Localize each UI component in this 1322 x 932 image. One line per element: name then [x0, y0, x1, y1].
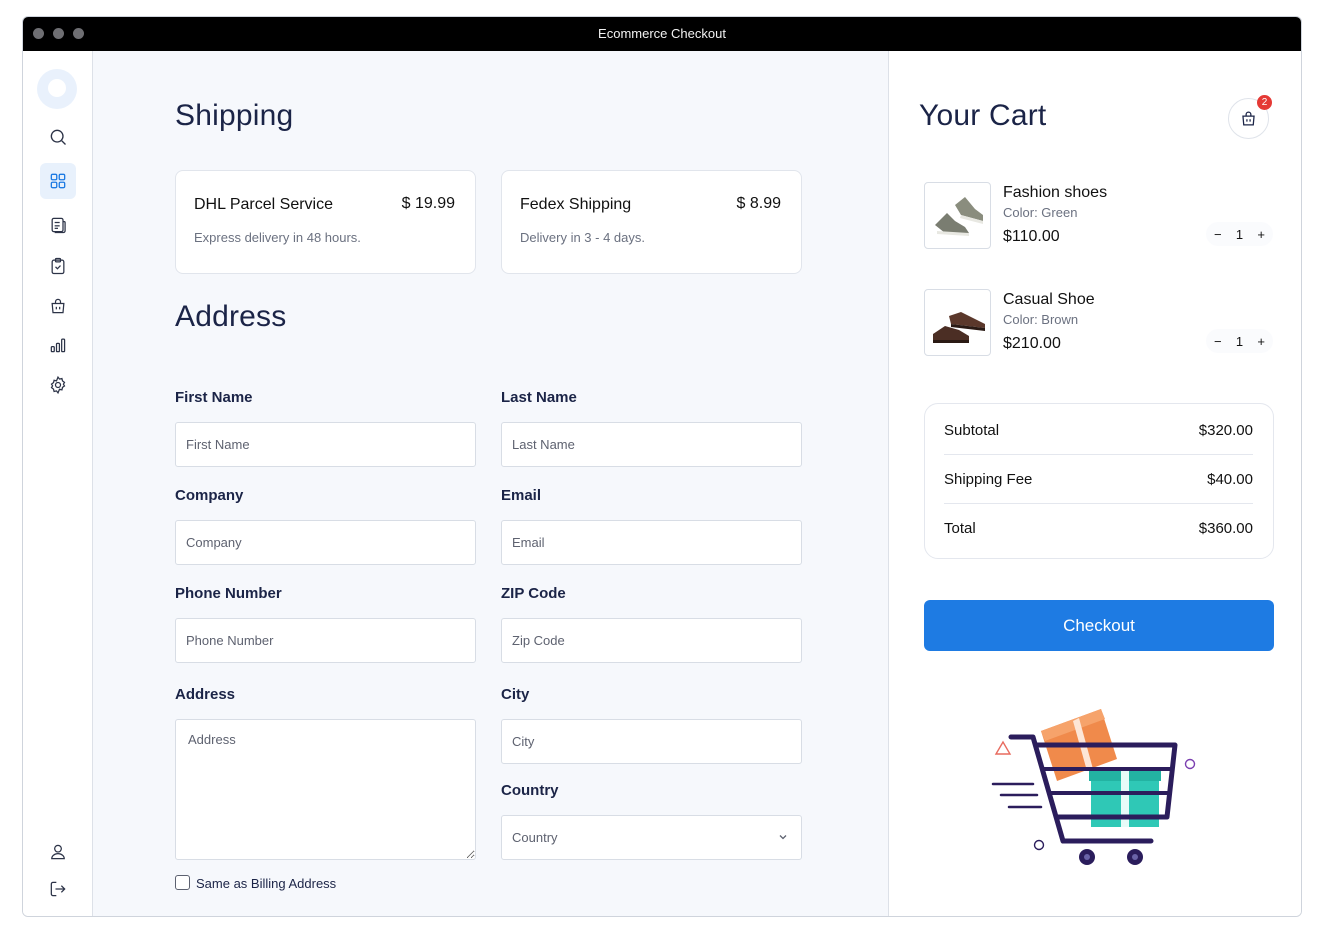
email-label: Email: [501, 487, 542, 504]
country-select-value: Country: [512, 830, 558, 845]
sidebar-item-analytics[interactable]: [40, 327, 76, 363]
city-label: City: [501, 686, 530, 703]
increase-quantity-button[interactable]: +: [1257, 334, 1265, 349]
quantity-value: 1: [1235, 333, 1244, 349]
sidebar-item-search[interactable]: [40, 119, 76, 155]
cart-item-price: $110.00: [1003, 228, 1060, 245]
cart-title: Your Cart: [919, 99, 1047, 132]
increase-quantity-button[interactable]: +: [1257, 227, 1265, 242]
address-textarea[interactable]: [175, 719, 476, 860]
company-label: Company: [175, 487, 244, 504]
shipping-option-price: $ 8.99: [736, 195, 781, 212]
phone-label: Phone Number: [175, 585, 282, 602]
first-name-label: First Name: [175, 389, 253, 406]
summary-divider: [944, 503, 1253, 504]
city-input[interactable]: [501, 719, 802, 764]
checkout-form-panel: Shipping DHL Parcel Service $ 19.99 Expr…: [93, 51, 889, 916]
shipping-option-price: $ 19.99: [401, 195, 455, 212]
cart-item-name: Fashion shoes: [1003, 184, 1108, 201]
decrease-quantity-button[interactable]: −: [1214, 227, 1222, 242]
cart-panel: Your Cart 2 Fashion shoes Color: Green $…: [889, 51, 1301, 916]
zip-input[interactable]: [501, 618, 802, 663]
clipboard-check-icon: [51, 257, 65, 275]
logout-icon: [50, 881, 66, 897]
title-bar: Ecommerce Checkout: [23, 17, 1301, 51]
zip-label: ZIP Code: [501, 585, 566, 602]
phone-input[interactable]: [175, 618, 476, 663]
shipping-option-name: Fedex Shipping: [520, 196, 632, 213]
gear-icon: [50, 375, 66, 395]
quantity-stepper[interactable]: − 1 +: [1206, 329, 1273, 353]
sidebar-item-profile[interactable]: [40, 834, 76, 870]
quantity-stepper[interactable]: − 1 +: [1206, 222, 1273, 246]
product-thumbnail-casual-shoe[interactable]: [924, 289, 991, 356]
checkout-button[interactable]: Checkout: [924, 600, 1274, 651]
document-icon: [51, 217, 66, 234]
bag-icon: [51, 298, 65, 314]
chevron-down-icon: [779, 835, 787, 840]
shipping-option-desc: Express delivery in 48 hours.: [194, 230, 361, 245]
total-row: Total $360.00: [944, 520, 1253, 540]
same-billing-checkbox[interactable]: [175, 875, 190, 890]
window-title: Ecommerce Checkout: [598, 26, 726, 41]
shipping-option-fedex[interactable]: Fedex Shipping $ 8.99 Delivery in 3 - 4 …: [501, 170, 802, 274]
company-input[interactable]: [175, 520, 476, 565]
shipping-title: Shipping: [175, 99, 294, 132]
sidebar-item-tasks[interactable]: [40, 248, 76, 284]
shopping-cart-illustration: [991, 709, 1196, 865]
cart-item-color: Color: Green: [1003, 205, 1078, 220]
sneaker-image: [935, 197, 983, 236]
sidebar: [23, 51, 93, 916]
app-logo: [37, 69, 77, 109]
address-label: Address: [175, 686, 236, 703]
grid-icon: [50, 173, 66, 189]
quantity-value: 1: [1235, 226, 1244, 242]
shipping-fee-row: Shipping Fee $40.00: [944, 471, 1253, 491]
summary-divider: [944, 454, 1253, 455]
cart-item-price: $210.00: [1003, 335, 1061, 352]
order-summary: Subtotal $320.00 Shipping Fee $40.00 Tot…: [924, 403, 1274, 559]
bag-icon: [1242, 111, 1255, 126]
address-title: Address: [175, 300, 287, 333]
shipping-option-desc: Delivery in 3 - 4 days.: [520, 230, 645, 245]
same-billing-label: Same as Billing Address: [196, 876, 337, 891]
shoe-image: [933, 312, 985, 343]
sidebar-item-logout[interactable]: [40, 871, 76, 907]
bar-chart-icon: [50, 338, 66, 353]
subtotal-label: Subtotal: [944, 422, 1000, 439]
product-thumbnail-fashion-shoes[interactable]: [924, 182, 991, 249]
email-input[interactable]: [501, 520, 802, 565]
shipping-fee-value: $40.00: [1207, 471, 1253, 488]
sidebar-item-settings[interactable]: [40, 367, 76, 403]
last-name-label: Last Name: [501, 389, 577, 406]
total-value: $360.00: [1198, 520, 1253, 537]
total-label: Total: [944, 520, 976, 537]
sidebar-item-shop[interactable]: [40, 288, 76, 324]
app-window: Ecommerce Checkout Shipping DHL Parcel S…: [22, 16, 1302, 917]
shipping-option-name: DHL Parcel Service: [194, 196, 334, 213]
subtotal-value: $320.00: [1198, 422, 1253, 439]
first-name-input[interactable]: [175, 422, 476, 467]
cart-item-color: Color: Brown: [1003, 312, 1079, 327]
sidebar-item-documents[interactable]: [40, 207, 76, 243]
last-name-input[interactable]: [501, 422, 802, 467]
shipping-fee-label: Shipping Fee: [944, 471, 1033, 488]
cart-item-name: Casual Shoe: [1003, 291, 1095, 308]
cart-count-badge: 2: [1257, 95, 1272, 110]
sidebar-item-dashboard[interactable]: [40, 163, 76, 199]
country-label: Country: [501, 782, 559, 799]
subtotal-row: Subtotal $320.00: [944, 422, 1253, 442]
search-icon: [50, 129, 66, 145]
user-icon: [51, 844, 65, 860]
shipping-option-dhl[interactable]: DHL Parcel Service $ 19.99 Express deliv…: [175, 170, 476, 274]
decrease-quantity-button[interactable]: −: [1214, 334, 1222, 349]
country-select[interactable]: Country: [501, 815, 802, 860]
